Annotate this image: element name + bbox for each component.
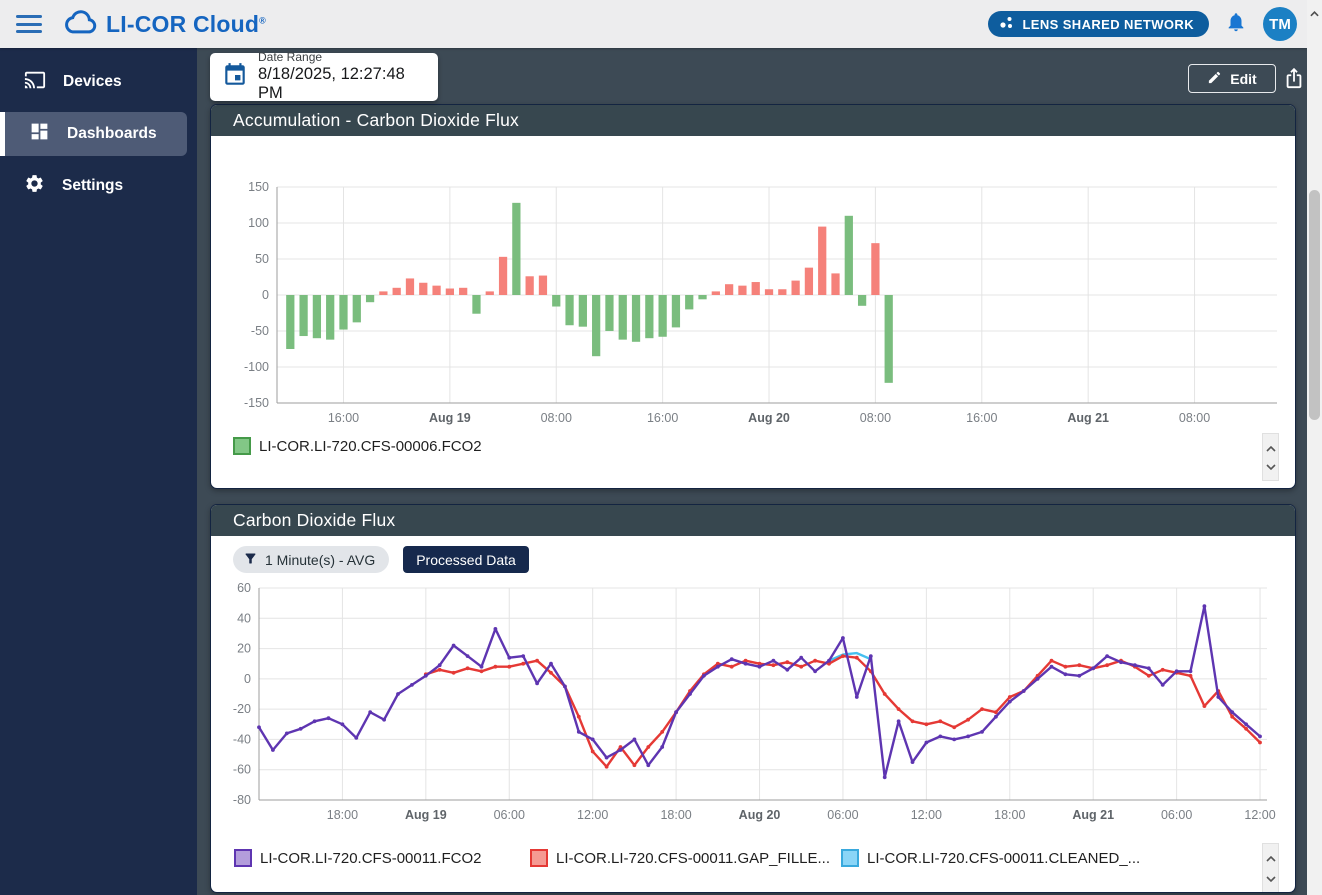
legend-scrollbar[interactable] (1262, 433, 1279, 481)
legend-item[interactable]: LI-COR.LI-720.CFS-00011.FCO2 (234, 849, 481, 867)
svg-text:0: 0 (244, 672, 251, 686)
calendar-icon (222, 62, 248, 93)
sidebar-item-label: Devices (63, 73, 122, 91)
svg-text:Aug 21: Aug 21 (1067, 411, 1109, 425)
dashboard-icon (29, 121, 50, 147)
svg-text:-50: -50 (251, 324, 269, 338)
co2-flux-chart-canvas[interactable]: 60 40 20 0 -20 -40 -60 -80 18:00 Aug 19 06:00 12:00… (221, 577, 1287, 829)
svg-text:12:00: 12:00 (1244, 808, 1275, 822)
legend-label: LI-COR.LI-720.CFS-00011.CLEANED_... (867, 850, 1140, 867)
notifications-bell-icon[interactable] (1225, 10, 1247, 39)
chart-title: Accumulation - Carbon Dioxide Flux (211, 105, 1295, 136)
svg-text:Aug 21: Aug 21 (1072, 808, 1114, 822)
sidebar-item-label: Settings (62, 177, 123, 195)
pencil-icon (1207, 70, 1222, 88)
svg-text:16:00: 16:00 (328, 411, 359, 425)
legend-item[interactable]: LI-COR.LI-720.CFS-00011.GAP_FILLE... (530, 849, 830, 867)
svg-text:Aug 19: Aug 19 (429, 411, 471, 425)
scrollbar-up-arrow-icon[interactable] (1310, 4, 1319, 22)
date-range-value: 8/18/2025, 12:27:48 PM (258, 65, 426, 103)
legend-label: LI-COR.LI-720.CFS-00011.FCO2 (260, 850, 481, 867)
legend-swatch (233, 437, 251, 455)
network-badge-label: LENS SHARED NETWORK (1022, 17, 1194, 32)
chart-title: Carbon Dioxide Flux (211, 505, 1295, 536)
svg-text:18:00: 18:00 (327, 808, 358, 822)
svg-text:16:00: 16:00 (966, 411, 997, 425)
svg-text:Aug 20: Aug 20 (748, 411, 790, 425)
chevron-down-icon[interactable] (1266, 869, 1276, 887)
accumulation-chart-card: Accumulation - Carbon Dioxide Flux 150 10… (210, 104, 1296, 489)
legend-swatch (234, 849, 252, 867)
chevron-up-icon[interactable] (1266, 849, 1276, 867)
share-icon[interactable] (1283, 65, 1305, 91)
co2-flux-chart-card: Carbon Dioxide Flux 1 Minute(s) - AVG Pr… (210, 504, 1296, 893)
legend-scrollbar[interactable] (1262, 843, 1279, 893)
sidebar-item-devices[interactable]: Devices (0, 60, 197, 104)
network-nodes-icon (998, 14, 1015, 34)
svg-text:Aug 19: Aug 19 (405, 808, 447, 822)
legend-item[interactable]: LI-COR.LI-720.CFS-00011.CLEANED_... (841, 849, 1140, 867)
processed-data-chip[interactable]: Processed Data (403, 546, 529, 573)
svg-text:-100: -100 (244, 360, 269, 374)
svg-text:-60: -60 (233, 763, 251, 777)
edit-button-label: Edit (1230, 71, 1256, 87)
legend-swatch (530, 849, 548, 867)
svg-text:08:00: 08:00 (860, 411, 891, 425)
svg-text:18:00: 18:00 (994, 808, 1025, 822)
accumulation-chart-canvas[interactable]: 150 100 50 0 -50 -100 -150 16:00 Aug 19 08:00 16:0… (221, 145, 1287, 441)
legend-swatch (841, 849, 859, 867)
svg-text:60: 60 (237, 581, 251, 595)
page-scrollbar[interactable] (1307, 0, 1322, 895)
svg-text:06:00: 06:00 (827, 808, 858, 822)
svg-text:16:00: 16:00 (647, 411, 678, 425)
network-badge[interactable]: LENS SHARED NETWORK (988, 11, 1209, 37)
interval-filter-label: 1 Minute(s) - AVG (265, 552, 375, 568)
sidebar-item-dashboards[interactable]: Dashboards (0, 112, 187, 156)
edit-button[interactable]: Edit (1188, 64, 1276, 93)
scrollbar-thumb[interactable] (1309, 190, 1320, 420)
menu-icon[interactable] (16, 15, 42, 33)
sidebar-item-label: Dashboards (67, 125, 157, 143)
legend-label: LI-COR.LI-720.CFS-00011.GAP_FILLE... (556, 850, 830, 867)
date-range-picker[interactable]: Date Range 8/18/2025, 12:27:48 PM (210, 53, 438, 101)
svg-text:06:00: 06:00 (494, 808, 525, 822)
app-title: LI-COR Cloud® (106, 11, 266, 38)
svg-text:Aug 20: Aug 20 (739, 808, 781, 822)
svg-text:12:00: 12:00 (911, 808, 942, 822)
gear-icon (24, 173, 45, 199)
svg-text:40: 40 (237, 611, 251, 625)
svg-text:100: 100 (248, 216, 269, 230)
svg-text:50: 50 (255, 252, 269, 266)
svg-text:150: 150 (248, 180, 269, 194)
cast-icon (24, 69, 46, 96)
chevron-down-icon[interactable] (1266, 457, 1276, 475)
user-avatar[interactable]: TM (1263, 7, 1297, 41)
svg-text:0: 0 (262, 288, 269, 302)
svg-text:-80: -80 (233, 793, 251, 807)
svg-text:12:00: 12:00 (577, 808, 608, 822)
app-logo: LI-COR Cloud® (64, 9, 266, 40)
processed-data-label: Processed Data (416, 552, 516, 568)
date-range-label: Date Range (258, 51, 426, 65)
chevron-up-icon[interactable] (1266, 439, 1276, 457)
top-app-bar: LI-COR Cloud® LENS SHARED NETWORK TM (0, 0, 1307, 48)
svg-text:06:00: 06:00 (1161, 808, 1192, 822)
svg-text:-40: -40 (233, 732, 251, 746)
funnel-icon (243, 551, 258, 569)
sidebar-item-settings[interactable]: Settings (0, 164, 197, 208)
svg-text:08:00: 08:00 (1179, 411, 1210, 425)
svg-text:08:00: 08:00 (541, 411, 572, 425)
cloud-logo-icon (64, 9, 98, 40)
interval-filter-chip[interactable]: 1 Minute(s) - AVG (233, 546, 389, 573)
svg-text:-150: -150 (244, 396, 269, 410)
svg-text:20: 20 (237, 642, 251, 656)
svg-text:-20: -20 (233, 702, 251, 716)
svg-text:18:00: 18:00 (660, 808, 691, 822)
sidebar-nav: Devices Dashboards Settings (0, 48, 197, 895)
legend-item[interactable]: LI-COR.LI-720.CFS-00006.FCO2 (233, 437, 482, 455)
legend-label: LI-COR.LI-720.CFS-00006.FCO2 (259, 438, 482, 455)
registered-mark: ® (259, 15, 266, 25)
